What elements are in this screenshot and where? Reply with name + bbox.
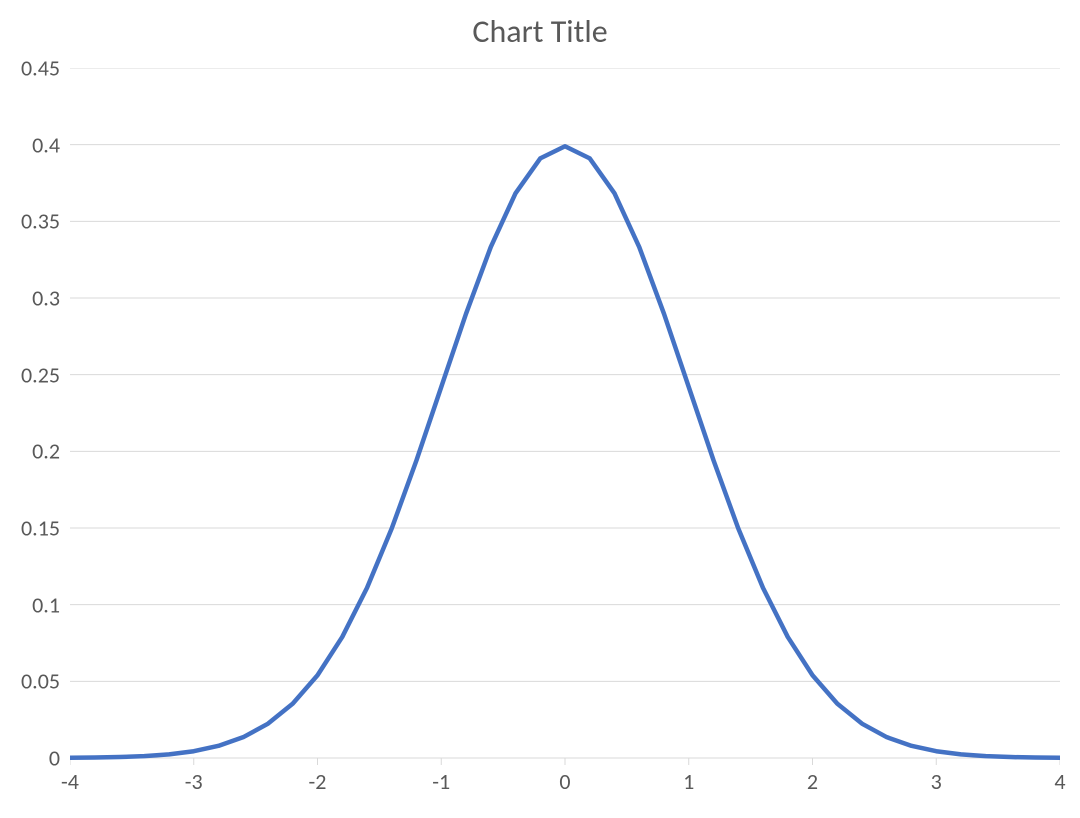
data-series-line (70, 146, 1060, 758)
x-tick-label: 4 (1054, 768, 1065, 795)
y-tick-label: 0.15 (0, 515, 60, 542)
y-tick-label: 0.25 (0, 361, 60, 388)
chart-svg (70, 68, 1060, 768)
y-tick-label: 0.4 (0, 131, 60, 158)
x-tick-label: -2 (309, 768, 327, 795)
x-tick-label: 1 (683, 768, 694, 795)
y-tick-label: 0.45 (0, 55, 60, 82)
x-tick-label: 2 (807, 768, 818, 795)
x-tick-label: -1 (432, 768, 450, 795)
y-tick-label: 0.1 (0, 591, 60, 618)
y-tick-label: 0 (0, 745, 60, 772)
x-tick-label: 3 (931, 768, 942, 795)
y-tick-label: 0.2 (0, 438, 60, 465)
plot-area (70, 68, 1060, 758)
x-tick-label: -4 (61, 768, 79, 795)
y-tick-label: 0.3 (0, 285, 60, 312)
chart-title: Chart Title (0, 12, 1080, 51)
y-tick-label: 0.35 (0, 208, 60, 235)
x-tick-label: -3 (185, 768, 203, 795)
chart-container: Chart Title 0 0.05 0.1 0.15 0.2 0.25 0.3 0.35 0.… (0, 0, 1080, 818)
y-tick-label: 0.05 (0, 668, 60, 695)
axes (70, 758, 1060, 765)
gridlines (70, 68, 1060, 758)
x-tick-label: 0 (559, 768, 570, 795)
